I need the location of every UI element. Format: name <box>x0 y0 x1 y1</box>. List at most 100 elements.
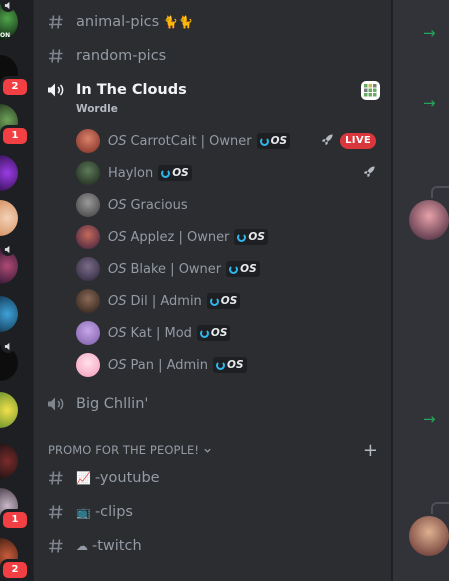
avatar <box>76 193 100 217</box>
rocket-icon <box>363 165 376 182</box>
member-name: Blake | Owner <box>130 261 222 277</box>
server-label: ON <box>0 32 11 39</box>
server-icon[interactable]: 1 <box>0 488 30 531</box>
rocket-icon <box>321 133 334 150</box>
add-channel-icon[interactable]: + <box>363 440 378 461</box>
chevron-down-icon <box>203 446 212 455</box>
channel-random-pics[interactable]: random-pics <box>46 42 166 70</box>
channel-label: random-pics <box>76 48 167 64</box>
avatar <box>76 225 100 249</box>
member-tag: OS <box>256 133 291 149</box>
voice-member[interactable]: OS Blake | Owner OS <box>76 255 376 283</box>
channel-label: -clips <box>94 504 133 520</box>
server-icon[interactable] <box>0 443 18 479</box>
channel-list: animal-pics 🐈🐈 random-pics In The Clouds… <box>33 0 391 581</box>
hash-icon <box>46 12 66 32</box>
channel-animal-pics[interactable]: animal-pics 🐈🐈 <box>46 8 193 36</box>
member-tag: OS <box>226 261 260 277</box>
member-prefix: OS <box>108 325 127 341</box>
mention-badge: 1 <box>0 509 30 531</box>
voice-member[interactable]: OS CarrotCait | Owner OS LIVE <box>76 127 376 155</box>
channel-label: animal-pics <box>76 14 160 30</box>
hash-icon <box>46 468 66 488</box>
server-icon[interactable]: 2 <box>0 55 30 98</box>
tv-emoji: 📺 <box>76 505 91 519</box>
wordle-activity-icon[interactable] <box>361 81 380 100</box>
server-icon[interactable] <box>0 339 18 381</box>
chat-pane: → → → <box>392 0 449 581</box>
channel-label: Big Chllin' <box>76 396 149 412</box>
member-tag: OS <box>196 325 231 341</box>
voice-member[interactable]: Haylon OS <box>76 159 376 187</box>
reply-line <box>431 186 449 198</box>
channel-twitch[interactable]: ☁ -twitch <box>46 532 142 560</box>
join-arrow-icon: → <box>423 410 436 428</box>
channel-emoji: 🐈🐈 <box>163 15 194 29</box>
member-name: Gracious <box>130 197 188 213</box>
server-icon[interactable] <box>0 242 18 284</box>
join-arrow-icon: → <box>423 94 436 112</box>
avatar <box>76 161 100 185</box>
member-tag: OS <box>158 165 192 181</box>
server-icon[interactable]: ON <box>0 0 18 40</box>
speaker-icon <box>1 242 15 256</box>
hash-icon <box>46 536 66 556</box>
member-prefix: OS <box>108 197 127 213</box>
mention-badge: 2 <box>0 76 30 98</box>
avatar[interactable] <box>409 200 449 240</box>
member-prefix: OS <box>108 293 127 309</box>
member-prefix: OS <box>108 133 127 149</box>
category-label: PROMO FOR THE PEOPLE! <box>48 443 200 457</box>
member-tag: OS <box>234 229 268 245</box>
voice-channel-label: In The Clouds <box>76 82 187 98</box>
member-name: Applez | Owner <box>130 229 230 245</box>
voice-member[interactable]: OS Dil | Admin OS <box>76 287 376 315</box>
voice-channel-big-chllin[interactable]: Big Chllin' <box>46 390 148 418</box>
chart-emoji: 📈 <box>76 471 91 485</box>
member-name: Dil | Admin <box>130 293 202 309</box>
avatar <box>76 289 100 313</box>
member-tag: OS <box>213 357 247 373</box>
avatar[interactable] <box>409 516 449 556</box>
speaker-icon <box>1 339 15 353</box>
speaker-icon <box>46 394 66 414</box>
category-promo[interactable]: PROMO FOR THE PEOPLE! + <box>48 440 378 461</box>
avatar <box>76 129 100 153</box>
avatar <box>76 353 100 377</box>
voice-member[interactable]: OS Gracious <box>76 191 376 219</box>
server-icon[interactable] <box>0 296 18 332</box>
member-name: Haylon <box>108 165 154 181</box>
server-icon[interactable]: 1 <box>0 104 30 147</box>
live-badge: LIVE <box>340 133 376 149</box>
server-rail: ON 2 1 1 2 <box>0 0 32 581</box>
server-icon[interactable] <box>0 392 18 428</box>
activity-status: Wordle <box>76 103 118 115</box>
cloud-emoji: ☁ <box>76 539 88 553</box>
join-arrow-icon: → <box>423 24 436 42</box>
member-prefix: OS <box>108 261 127 277</box>
avatar <box>76 321 100 345</box>
member-tag: OS <box>206 293 241 309</box>
voice-member[interactable]: OS Kat | Mod OS <box>76 319 376 347</box>
server-icon[interactable] <box>0 200 18 236</box>
member-name: Pan | Admin <box>130 357 209 373</box>
server-icon[interactable] <box>0 155 18 191</box>
channel-clips[interactable]: 📺 -clips <box>46 498 133 526</box>
mention-badge: 1 <box>0 125 30 147</box>
avatar <box>76 257 100 281</box>
channel-label: -twitch <box>92 538 142 554</box>
mention-badge: 2 <box>0 559 30 581</box>
voice-channel-in-the-clouds[interactable]: In The Clouds Wordle <box>46 78 382 116</box>
hash-icon <box>46 46 66 66</box>
channel-youtube[interactable]: 📈 -youtube <box>46 464 160 492</box>
server-icon[interactable]: 2 <box>0 538 30 581</box>
hash-icon <box>46 502 66 522</box>
member-prefix: OS <box>108 229 127 245</box>
member-name: Kat | Mod <box>130 325 192 341</box>
channel-label: -youtube <box>94 470 160 486</box>
member-prefix: OS <box>108 357 127 373</box>
voice-member[interactable]: OS Applez | Owner OS <box>76 223 376 251</box>
speaker-icon <box>46 82 66 98</box>
voice-member[interactable]: OS Pan | Admin OS <box>76 351 376 379</box>
member-name: CarrotCait | Owner <box>130 133 252 149</box>
